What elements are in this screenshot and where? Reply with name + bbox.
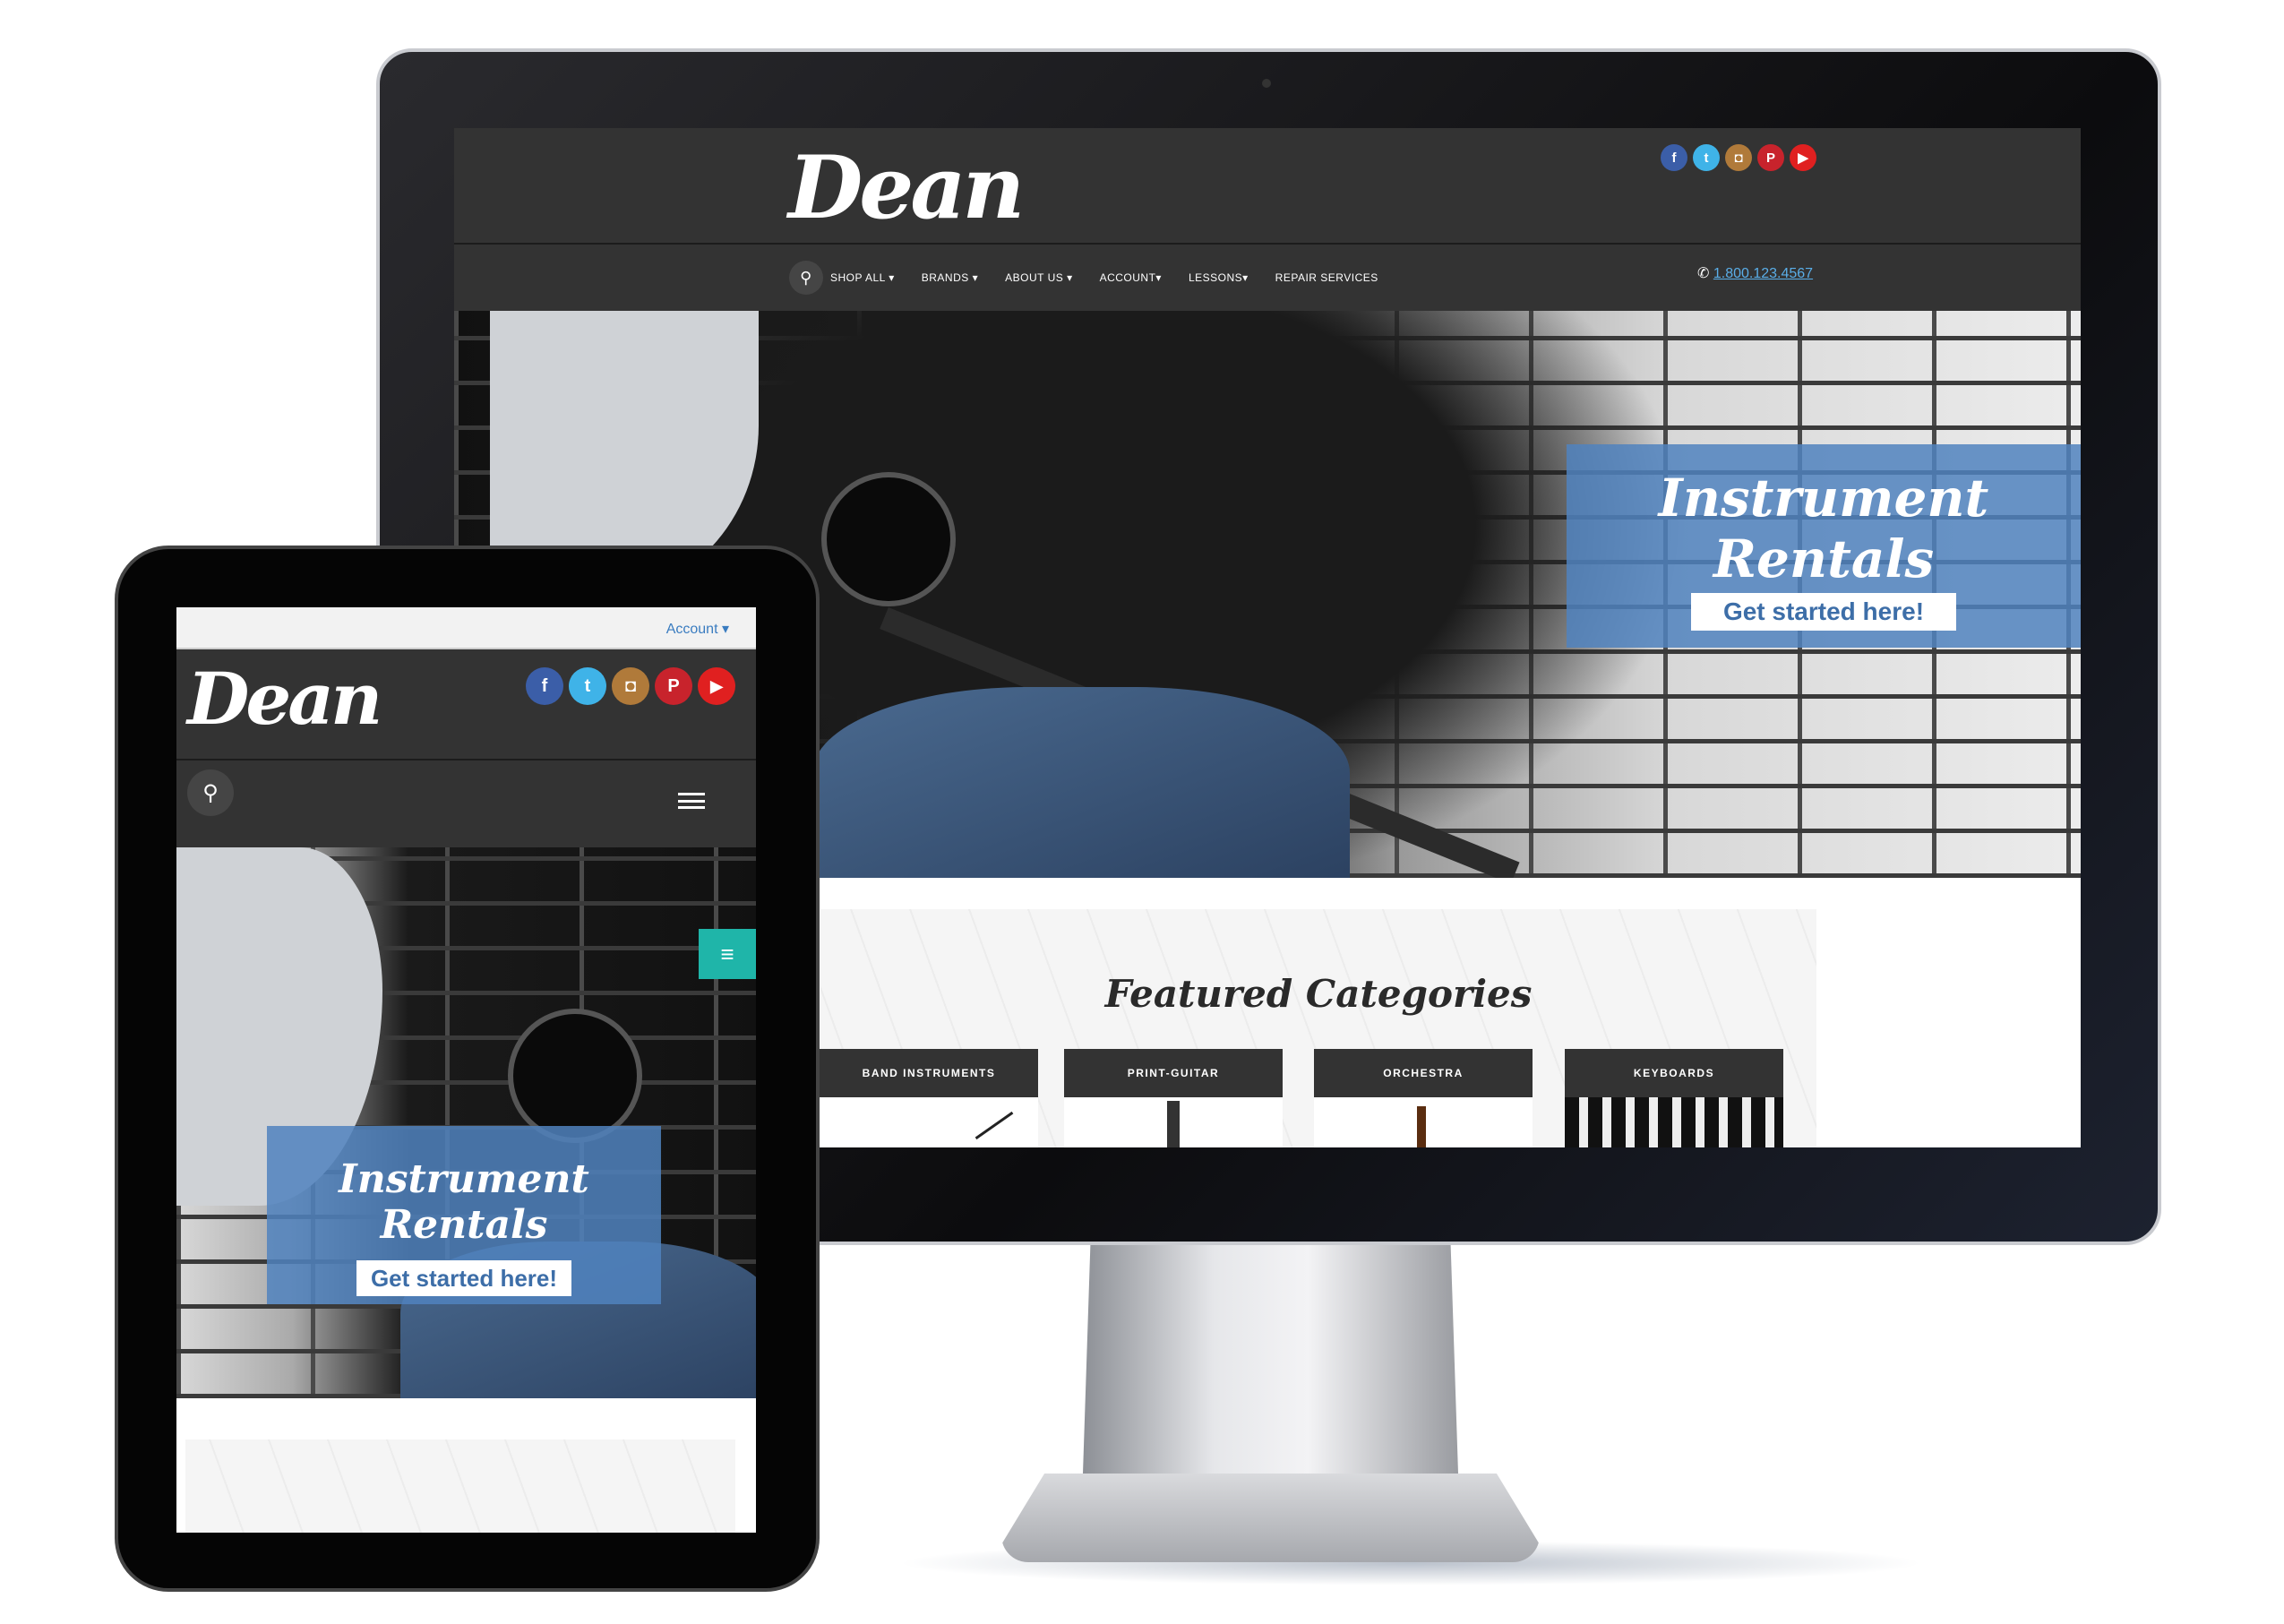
search-icon[interactable]: ⚲ xyxy=(187,769,234,816)
tablet-top-bar: Account ▾ xyxy=(176,607,756,649)
category-card[interactable]: BAND INSTRUMENTS xyxy=(820,1049,1038,1147)
phone-icon: ✆ xyxy=(1697,266,1710,281)
category-card[interactable]: ORCHESTRA xyxy=(1314,1049,1533,1147)
nav-shop-all[interactable]: SHOP ALL ▾ xyxy=(830,271,895,284)
logo[interactable]: Dean xyxy=(187,657,382,741)
category-card[interactable]: KEYBOARDS xyxy=(1565,1049,1783,1147)
hero-cta-box: Instrument Rentals Get started here! xyxy=(267,1126,661,1304)
nav-repair-services[interactable]: REPAIR SERVICES xyxy=(1275,271,1378,284)
monitor-stand-neck xyxy=(1083,1245,1458,1474)
hamburger-menu-icon[interactable] xyxy=(678,793,705,809)
instagram-icon[interactable]: ◘ xyxy=(612,667,649,705)
tablet-featured-section xyxy=(185,1439,735,1533)
phone-number[interactable]: 1.800.123.4567 xyxy=(1713,266,1813,281)
category-label: BAND INSTRUMENTS xyxy=(820,1049,1038,1097)
tablet-nav: ⚲ xyxy=(176,760,756,847)
social-icons: f t ◘ P ▶ xyxy=(526,667,735,705)
nav-lessons[interactable]: LESSONS▾ xyxy=(1189,271,1249,284)
tablet-header: Dean f t ◘ P ▶ xyxy=(176,649,756,760)
hero-cta-box: Instrument Rentals Get started here! xyxy=(1567,444,2081,648)
monitor-camera xyxy=(1262,79,1271,88)
phone-link[interactable]: ✆ 1.800.123.4567 xyxy=(1697,264,1813,282)
side-menu-button[interactable]: ≡ xyxy=(699,929,756,979)
search-icon[interactable]: ⚲ xyxy=(789,261,823,295)
monitor-stand-base xyxy=(1001,1474,1540,1562)
social-icons: f t ◘ P ▶ xyxy=(1661,144,1816,171)
twitter-icon[interactable]: t xyxy=(569,667,606,705)
category-label: ORCHESTRA xyxy=(1314,1049,1533,1097)
guitar-image xyxy=(1167,1101,1180,1147)
twitter-icon[interactable]: t xyxy=(1693,144,1720,171)
category-label: PRINT-GUITAR xyxy=(1064,1049,1283,1097)
nav-about-us[interactable]: ABOUT US ▾ xyxy=(1005,271,1072,284)
featured-categories: Featured Categories BAND INSTRUMENTS PRI… xyxy=(820,909,1816,1147)
instagram-icon[interactable]: ◘ xyxy=(1725,144,1752,171)
pinterest-icon[interactable]: P xyxy=(1757,144,1784,171)
hero-title: Instrument Rentals xyxy=(1658,468,1989,589)
tablet-hero: ≡ Instrument Rentals Get started here! xyxy=(176,847,756,1398)
category-label: KEYBOARDS xyxy=(1565,1049,1783,1097)
nav-menu: ⚲ SHOP ALL ▾ BRANDS ▾ ABOUT US ▾ ACCOUNT… xyxy=(789,245,1378,311)
nav-account[interactable]: ACCOUNT▾ xyxy=(1100,271,1162,284)
hero-photo-jeans xyxy=(812,687,1350,878)
youtube-icon[interactable]: ▶ xyxy=(698,667,735,705)
instrument-image xyxy=(975,1111,1014,1140)
desktop-header: Dean f t ◘ P ▶ xyxy=(454,128,2081,245)
get-started-button[interactable]: Get started here! xyxy=(1691,593,1956,631)
youtube-icon[interactable]: ▶ xyxy=(1790,144,1816,171)
keyboard-image xyxy=(1565,1097,1783,1147)
nav-brands[interactable]: BRANDS ▾ xyxy=(922,271,978,284)
hero-title: Instrument Rentals xyxy=(339,1156,589,1248)
account-dropdown[interactable]: Account ▾ xyxy=(666,620,729,638)
logo[interactable]: Dean xyxy=(788,137,1025,238)
desktop-nav: ⚲ SHOP ALL ▾ BRANDS ▾ ABOUT US ▾ ACCOUNT… xyxy=(454,245,2081,311)
hero-photo-soundhole xyxy=(508,1009,642,1143)
pinterest-icon[interactable]: P xyxy=(655,667,692,705)
get-started-button[interactable]: Get started here! xyxy=(356,1260,571,1296)
facebook-icon[interactable]: f xyxy=(1661,144,1687,171)
violin-image xyxy=(1417,1106,1426,1147)
featured-title: Featured Categories xyxy=(1104,972,1533,1016)
tablet-website: Account ▾ Dean f t ◘ P ▶ ⚲ ≡ Instrument … xyxy=(176,607,756,1533)
category-card[interactable]: PRINT-GUITAR xyxy=(1064,1049,1283,1147)
hero-photo-soundhole xyxy=(821,472,956,606)
facebook-icon[interactable]: f xyxy=(526,667,563,705)
